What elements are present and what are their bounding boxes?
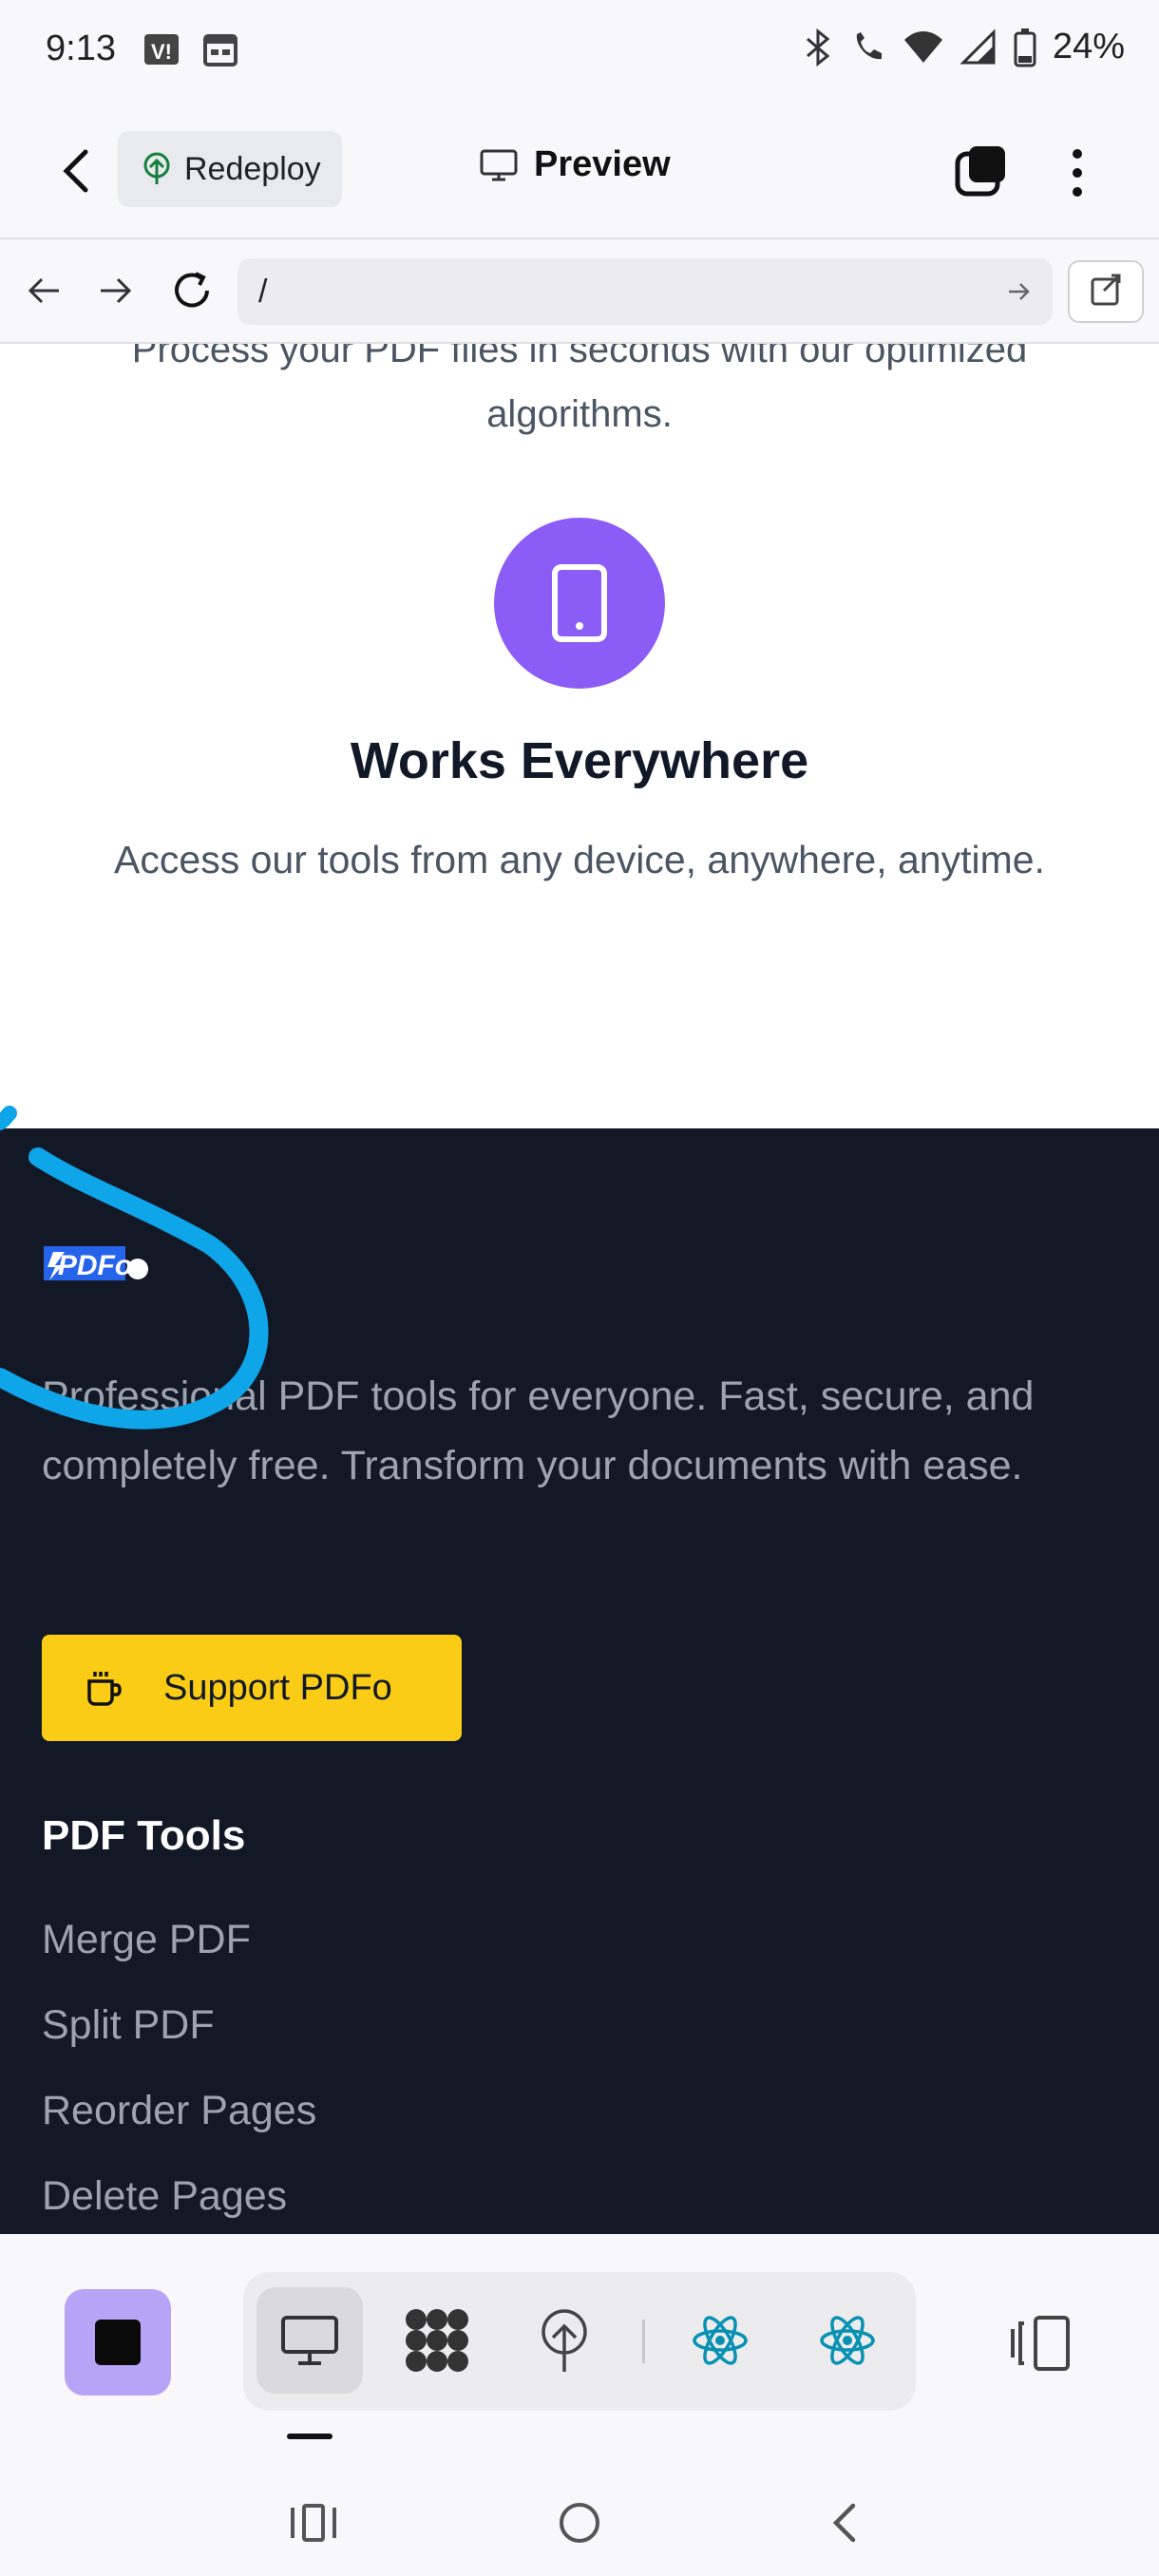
- tool-link-delete[interactable]: Delete Pages: [42, 2173, 287, 2220]
- react-button-1[interactable]: [667, 2287, 773, 2394]
- feature-prev-line2: algorithms.: [486, 393, 673, 435]
- wifi-call-icon: [856, 31, 882, 59]
- react-icon: [693, 2316, 748, 2365]
- active-tab-indicator: [287, 2434, 332, 2439]
- copy-icon[interactable]: [954, 142, 1009, 198]
- web-preview: Process your PDF files in seconds with o…: [0, 344, 1159, 2244]
- tool-link-merge[interactable]: Merge PDF: [42, 1917, 251, 1963]
- forward-icon[interactable]: [93, 268, 139, 313]
- tool-link-split[interactable]: Split PDF: [42, 2002, 215, 2049]
- deploy-icon: [542, 2309, 587, 2372]
- feature-description: Access our tools from any device, anywhe…: [114, 838, 1045, 881]
- feature-icon-circle: [494, 518, 665, 689]
- feature-prev-line1: Process your PDF files in seconds with o…: [131, 344, 1028, 370]
- bottom-toolbar: [0, 2234, 1159, 2470]
- tool-link-reorder[interactable]: Reorder Pages: [42, 2088, 316, 2134]
- feature-description-previous: Process your PDF files in seconds with o…: [0, 344, 1159, 446]
- desktop-icon: [281, 2316, 338, 2365]
- stop-button[interactable]: [65, 2289, 171, 2396]
- redeploy-button[interactable]: Redeploy: [118, 131, 342, 207]
- status-time: 9:13: [46, 28, 116, 68]
- apps-button[interactable]: [384, 2287, 490, 2394]
- back-icon[interactable]: [21, 268, 66, 313]
- go-arrow-icon[interactable]: [1005, 277, 1034, 306]
- view-tool-group: [243, 2272, 916, 2411]
- react-button-2[interactable]: [794, 2287, 901, 2394]
- url-bar: /: [0, 239, 1159, 344]
- open-external-button[interactable]: [1068, 260, 1144, 323]
- footer-description: Professional PDF tools for everyone. Fas…: [42, 1373, 1035, 1488]
- wifi-icon: [903, 30, 942, 63]
- url-input[interactable]: /: [238, 258, 1053, 325]
- deploy-button[interactable]: [511, 2287, 618, 2394]
- url-text: /: [258, 274, 268, 310]
- status-bar: 9:13 V! 24%: [0, 0, 1159, 103]
- deploy-icon: [143, 152, 170, 184]
- preview-tab[interactable]: Preview: [479, 144, 671, 185]
- tool-separator: [642, 2320, 645, 2363]
- more-options-icon[interactable]: [1054, 144, 1100, 201]
- recent-apps-icon[interactable]: [285, 2494, 342, 2551]
- apps-icon: [406, 2309, 468, 2372]
- pdfo-logo[interactable]: PDFo: [42, 1242, 152, 1286]
- support-label: Support PDFo: [163, 1667, 392, 1708]
- bluetooth-icon: [806, 28, 830, 66]
- feature-title: Works Everywhere: [350, 732, 809, 789]
- battery-percent: 24%: [1052, 27, 1125, 66]
- app-header: Redeploy Preview: [0, 103, 1159, 239]
- system-nav-bar: [0, 2470, 1159, 2576]
- stop-icon: [95, 2320, 141, 2365]
- logo-text: PDFo: [58, 1250, 132, 1281]
- redeploy-label: Redeploy: [184, 150, 321, 187]
- back-nav-icon[interactable]: [817, 2494, 874, 2551]
- desktop-icon: [480, 149, 518, 180]
- refresh-icon[interactable]: [169, 268, 215, 313]
- back-arrow-icon[interactable]: [53, 144, 101, 198]
- calendar-icon: [203, 34, 238, 66]
- tablet-icon: [552, 564, 607, 642]
- notification-app-icon: V!: [144, 34, 179, 65]
- preview-label: Preview: [534, 144, 671, 184]
- external-link-icon: [1091, 274, 1121, 306]
- coffee-cup-icon: [87, 1672, 122, 1706]
- device-layout-icon[interactable]: [1007, 2310, 1075, 2377]
- battery-icon: [1014, 28, 1036, 66]
- support-button[interactable]: Support PDFo: [42, 1635, 462, 1741]
- react-icon: [820, 2316, 875, 2365]
- pdf-tools-heading: PDF Tools: [42, 1812, 246, 1859]
- svg-text:V!: V!: [151, 40, 172, 64]
- home-icon[interactable]: [551, 2494, 608, 2551]
- desktop-view-button[interactable]: [256, 2287, 363, 2394]
- signal-icon: [960, 28, 996, 64]
